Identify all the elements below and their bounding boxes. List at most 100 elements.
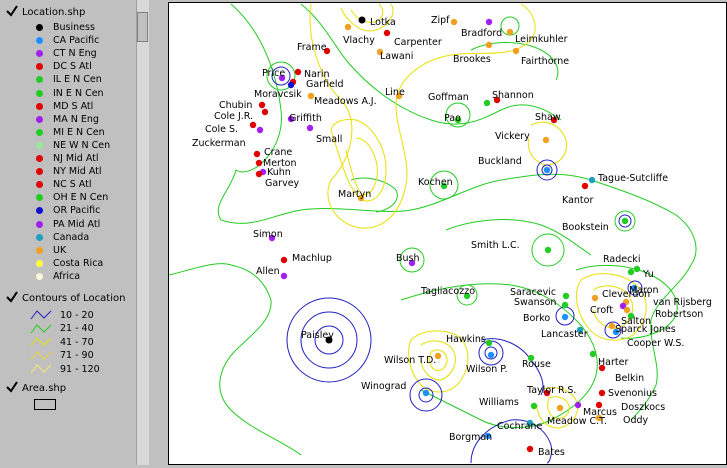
location-point[interactable] [561,313,569,321]
legend-item-label: MI E N Cen [53,126,105,138]
location-label: Frame [297,42,327,53]
location-label: Oddy [623,415,649,426]
location-point[interactable] [623,306,631,314]
location-point[interactable] [253,150,261,158]
location-point[interactable] [561,301,569,309]
location-point[interactable] [487,351,495,359]
location-point[interactable] [562,292,570,300]
location-layer-label: Location.shp [22,6,86,18]
legend-item: NE W N Cen [36,140,110,151]
location-label: Chubin [219,100,252,111]
scrollbar-thumb[interactable] [137,12,148,42]
location-point[interactable] [280,256,288,264]
location-point[interactable] [526,445,534,453]
location-point[interactable] [249,121,257,129]
contour-legend-label: 41 - 70 [60,336,94,348]
legend-dot-icon [36,37,43,45]
location-point[interactable] [344,23,352,31]
location-point[interactable] [512,47,520,55]
location-label: Leimkuhler [515,34,568,45]
area-symbol [34,399,56,410]
location-label: Taylor R.S. [526,385,576,396]
location-point[interactable] [255,170,263,178]
location-label: Martyn [338,189,371,200]
location-point[interactable] [287,81,295,89]
legend-item: CA Pacific [36,35,99,46]
location-point[interactable] [422,389,430,397]
location-point[interactable] [485,41,493,49]
legend-dot-icon [36,155,43,162]
location-point[interactable] [294,68,302,76]
location-label: van Rijsberg [653,297,712,308]
legend-item: OR Pacific [36,205,100,216]
contour-legend-label: 71 - 90 [60,350,94,361]
location-label: Shaw [535,112,561,123]
location-point[interactable] [506,28,514,36]
location-point[interactable] [598,389,606,397]
location-point[interactable] [574,401,582,409]
location-label: Kochen [418,177,453,188]
location-point[interactable] [261,108,269,116]
contour-21-40 [168,263,302,456]
legend-item-label: Business [53,22,95,33]
location-label: Bookstein [562,222,609,233]
legend-item-label: MA N Eng [53,113,99,125]
location-label: Williams [479,397,519,408]
location-layer-toggle[interactable]: Location.shp [6,5,86,18]
location-label: Cochrane [497,421,542,432]
location-point[interactable] [280,272,288,280]
location-point[interactable] [485,339,493,347]
location-point[interactable] [544,246,552,254]
location-label: Wilson P. [466,364,508,375]
legend-item: Africa [36,271,80,282]
location-label: Vickery [495,131,530,142]
location-point[interactable] [258,101,266,109]
legend-dot-icon [36,272,43,280]
location-point[interactable] [450,18,458,26]
location-point[interactable] [306,124,314,132]
location-point[interactable] [255,159,263,167]
location-point[interactable] [621,217,629,225]
location-point[interactable] [591,294,599,302]
map-canvas[interactable]: Lotka Zipf Bradford Leimkuhler Frame Vlachy Ca… [168,2,727,465]
legend-dot-icon [36,181,43,189]
legend-dot-icon [36,115,43,123]
location-point[interactable] [256,126,264,134]
location-point[interactable] [383,29,391,37]
legend-dot-icon [36,220,43,228]
location-label: Zuckerman [192,138,246,149]
legend-item: IL E N Cen [36,74,102,85]
legend-dot-icon [36,259,43,267]
checkbox-icon[interactable] [6,381,18,394]
legend-item: NJ Mid Atl [36,153,99,164]
location-label: Cooper W.S. [627,338,684,349]
location-point[interactable] [485,18,493,26]
location-point[interactable] [543,166,551,174]
location-point[interactable] [588,176,596,184]
legend-item-label: Africa [53,270,81,282]
location-label: Allen [256,266,280,277]
location-label: Rouse [522,359,551,370]
legend-scrollbar[interactable] [136,0,149,465]
location-point[interactable] [358,16,366,24]
location-point[interactable] [581,182,589,190]
checkbox-icon[interactable] [6,291,18,304]
location-point[interactable] [483,99,491,107]
map-frame: Lotka Zipf Bradford Leimkuhler Frame Vlachy Ca… [150,0,727,465]
contour-layer-toggle[interactable]: Contours of Location [6,291,125,304]
checkbox-icon[interactable] [6,5,18,18]
location-point[interactable] [627,268,635,276]
legend-item-label: NJ Mid Atl [53,153,99,164]
location-point[interactable] [542,136,550,144]
location-label: Griffith [289,113,322,124]
location-point[interactable] [556,404,564,412]
contour-legend-item: 21 - 40 [30,323,94,335]
location-label: Doszkocs [621,402,665,413]
location-label: Fairthorne [521,56,569,67]
area-layer-toggle[interactable]: Area.shp [6,381,66,394]
location-point[interactable] [633,265,641,273]
location-point[interactable] [589,350,597,358]
legend-item: Business [36,22,95,33]
location-label: Borko [523,313,550,324]
location-point[interactable] [530,402,538,410]
